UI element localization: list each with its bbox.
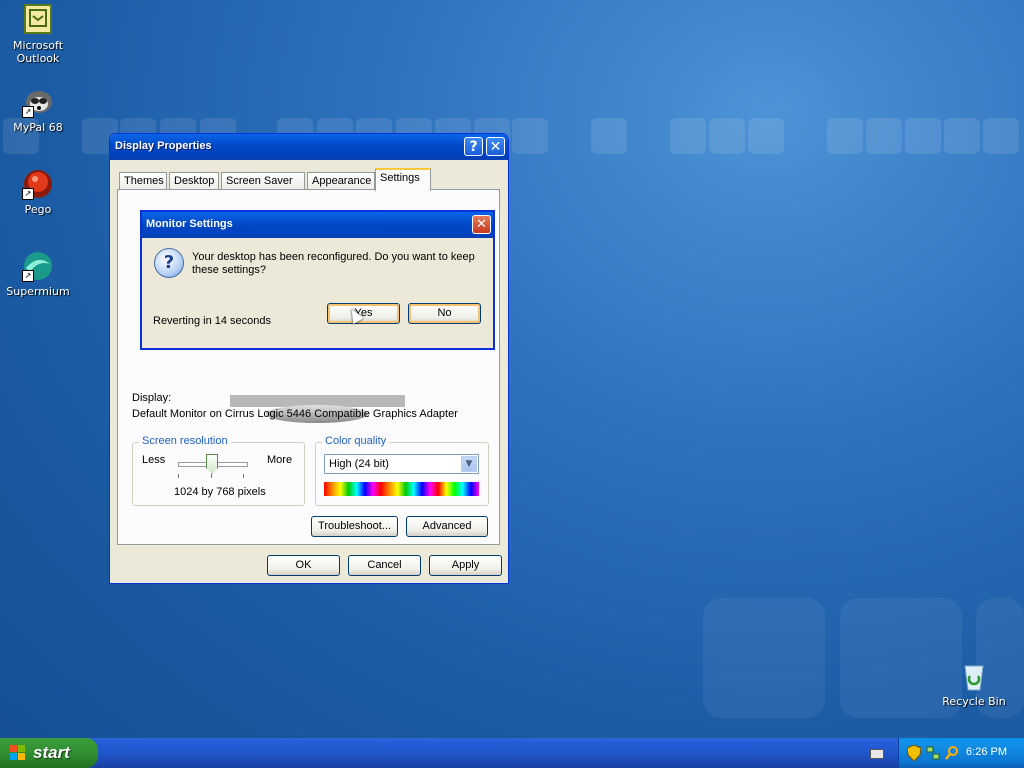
start-label: start <box>33 743 70 762</box>
desktop-icon-pego[interactable]: ↗ Pego <box>0 168 76 216</box>
network-icon[interactable] <box>926 745 940 761</box>
desktop-icon-label: Microsoft Outlook <box>12 39 64 65</box>
resolution-value: 1024 by 768 pixels <box>174 486 266 498</box>
system-tray: 6:26 PM <box>898 738 1024 768</box>
tab-settings[interactable]: Settings <box>375 168 431 191</box>
mypal-raccoon-icon: ↗ <box>22 86 54 118</box>
dialog-close-button[interactable]: ✕ <box>472 215 491 234</box>
desktop-icon-label: Supermium <box>6 285 70 298</box>
window-titlebar[interactable]: Display Properties ? ✕ <box>110 134 508 160</box>
tab-screen-saver[interactable]: Screen Saver <box>221 172 305 190</box>
keyboard-icon[interactable] <box>870 749 884 759</box>
pego-icon: ↗ <box>22 168 54 200</box>
desktop-icon-outlook[interactable]: Microsoft Outlook <box>0 4 76 65</box>
apply-button[interactable]: Apply <box>429 555 502 576</box>
desktop-icon-label: Pego <box>24 203 52 216</box>
desktop-icon-recycle-bin[interactable]: Recycle Bin <box>936 660 1012 708</box>
desktop-icon-mypal[interactable]: ↗ MyPal 68 <box>0 86 76 134</box>
resolution-less-label: Less <box>142 454 166 466</box>
help-button[interactable]: ? <box>464 137 483 156</box>
dialog-title: Monitor Settings <box>146 218 233 230</box>
slider-tick <box>211 474 212 478</box>
display-value: Default Monitor on Cirrus Logic 5446 Com… <box>132 408 458 420</box>
tab-desktop[interactable]: Desktop <box>169 172 219 190</box>
desktop-icon-label: MyPal 68 <box>13 121 63 134</box>
clock[interactable]: 6:26 PM <box>966 746 1007 758</box>
shortcut-arrow-icon: ↗ <box>22 188 34 200</box>
color-spectrum-bar <box>324 482 479 496</box>
slider-tick <box>243 474 244 478</box>
screen-resolution-title: Screen resolution <box>139 435 231 447</box>
color-quality-select[interactable]: High (24 bit) ▼ <box>324 454 479 474</box>
recycle-bin-icon <box>958 660 990 692</box>
shortcut-arrow-icon: ↗ <box>22 270 34 282</box>
dialog-titlebar[interactable]: Monitor Settings ✕ <box>142 212 493 238</box>
search-icon[interactable] <box>945 745 959 761</box>
color-quality-title: Color quality <box>322 435 390 447</box>
yes-button[interactable]: Yes <box>327 303 400 324</box>
tab-appearance[interactable]: Appearance <box>307 172 375 190</box>
resolution-slider-thumb[interactable] <box>206 454 218 474</box>
troubleshoot-button[interactable]: Troubleshoot... <box>311 516 398 537</box>
color-quality-group: Color quality High (24 bit) ▼ <box>315 435 489 506</box>
display-properties-window: Display Properties ? ✕ Themes Desktop Sc… <box>109 133 509 584</box>
windows-logo-icon <box>10 745 25 760</box>
dialog-message: Your desktop has been reconfigured. Do y… <box>192 251 475 276</box>
resolution-more-label: More <box>267 454 293 466</box>
close-button[interactable]: ✕ <box>486 137 505 156</box>
color-quality-value: High (24 bit) <box>329 458 389 470</box>
chevron-down-icon[interactable]: ▼ <box>461 456 477 472</box>
slider-tick <box>178 474 179 478</box>
tab-themes[interactable]: Themes <box>119 172 167 190</box>
taskbar: start 6:26 PM <box>0 738 1024 768</box>
monitor-settings-dialog: Monitor Settings ✕ ? Your desktop has be… <box>140 210 495 350</box>
advanced-button[interactable]: Advanced <box>406 516 488 537</box>
shortcut-arrow-icon: ↗ <box>22 106 34 118</box>
supermium-icon: ↗ <box>22 250 54 282</box>
desktop-icon-supermium[interactable]: ↗ Supermium <box>0 250 76 298</box>
desktop-icon-label: Recycle Bin <box>942 695 1006 708</box>
display-label: Display: <box>132 392 172 404</box>
cancel-button[interactable]: Cancel <box>348 555 421 576</box>
ok-button[interactable]: OK <box>267 555 340 576</box>
window-title: Display Properties <box>115 140 212 152</box>
start-button[interactable]: start <box>0 738 98 768</box>
question-icon: ? <box>154 248 184 278</box>
no-button[interactable]: No <box>408 303 481 324</box>
outlook-icon <box>22 4 54 36</box>
security-shield-icon[interactable] <box>907 745 921 761</box>
revert-countdown: Reverting in 14 seconds <box>153 315 272 327</box>
screen-resolution-group: Screen resolution Less More 1024 by 768 … <box>132 435 305 506</box>
